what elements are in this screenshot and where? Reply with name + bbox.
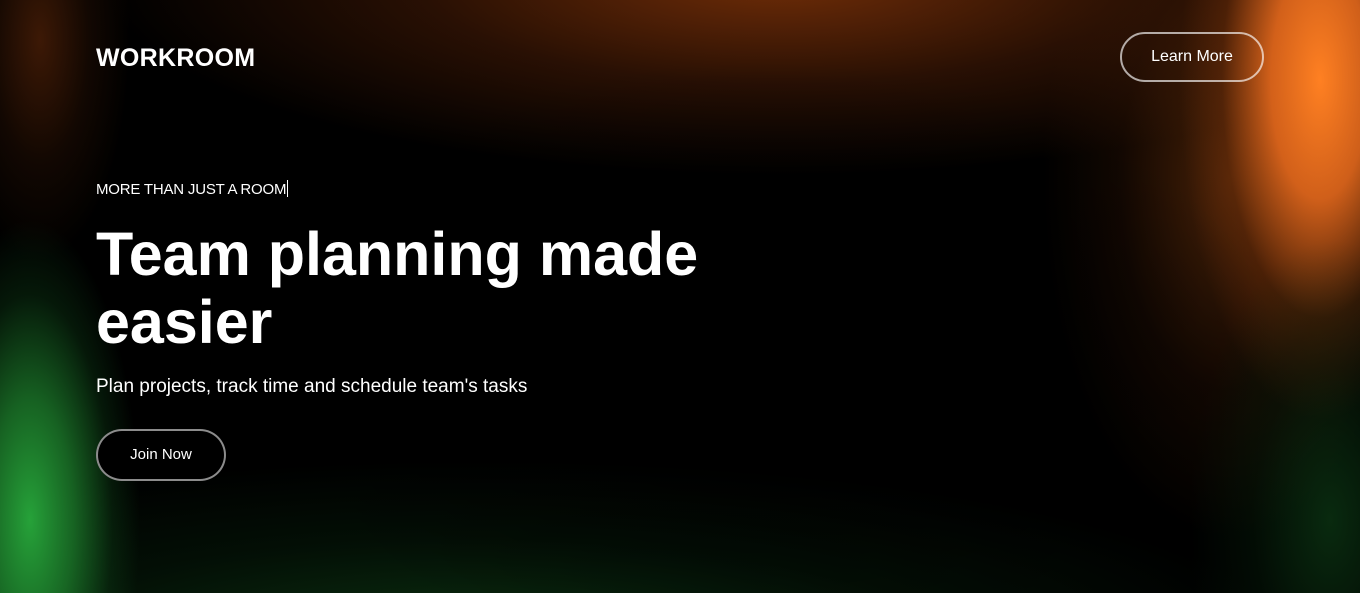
- eyebrow-label: MORE THAN JUST A ROOM: [96, 181, 287, 198]
- subheadline: Plan projects, track time and schedule t…: [96, 376, 528, 397]
- learn-more-button[interactable]: Learn More: [1120, 32, 1264, 82]
- hero-section: WORKROOM Learn More MORE THAN JUST A ROO…: [0, 0, 1360, 593]
- logo[interactable]: WORKROOM: [96, 44, 255, 72]
- eyebrow-text: MORE THAN JUST A ROOM: [96, 180, 289, 199]
- page-title: Team planning made easier: [96, 220, 699, 356]
- join-now-button[interactable]: Join Now: [96, 429, 226, 481]
- text-cursor: [287, 180, 289, 197]
